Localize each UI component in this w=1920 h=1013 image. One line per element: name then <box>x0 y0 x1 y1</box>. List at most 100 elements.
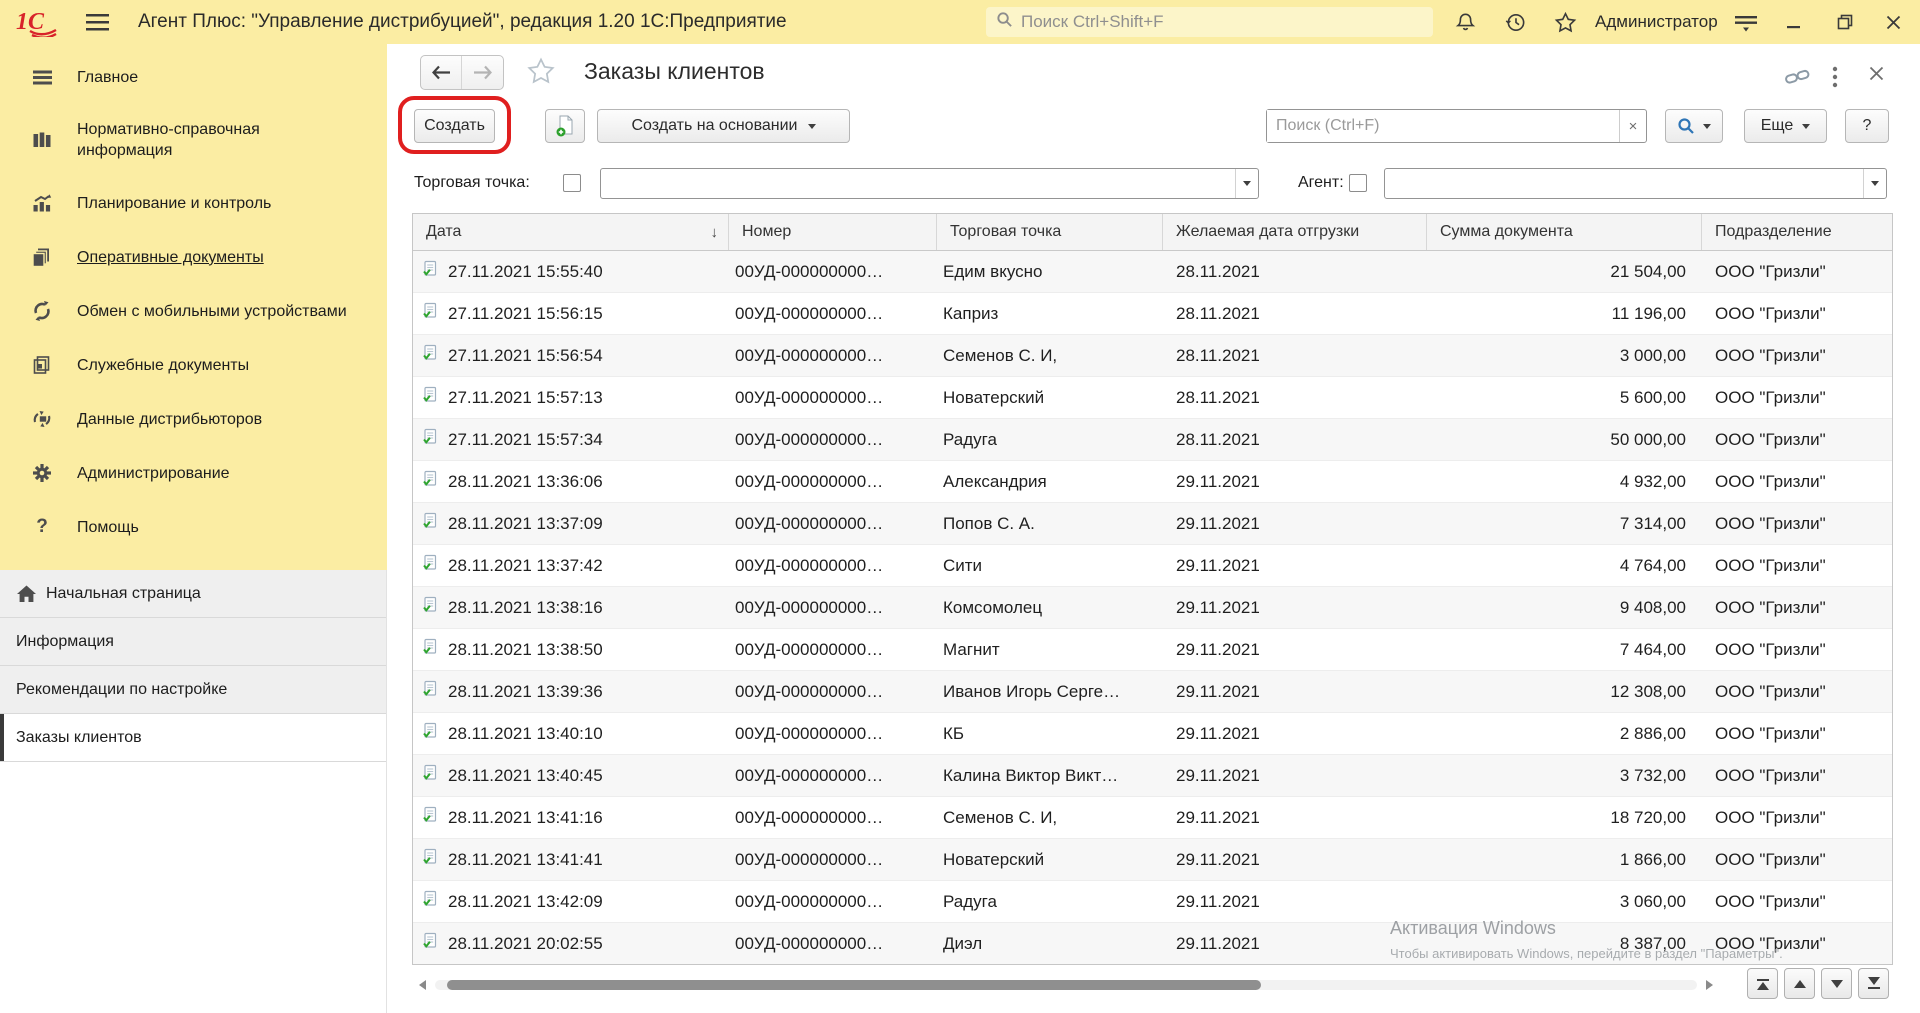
search-icon <box>1677 117 1695 135</box>
order-row[interactable]: 28.11.2021 13:38:50 00УД-000000000… Магн… <box>413 629 1892 671</box>
close-window-button[interactable] <box>1878 0 1908 44</box>
cell-trade-point: Радуга <box>937 881 1163 922</box>
get-link-icon[interactable] <box>1784 66 1811 86</box>
order-row[interactable]: 28.11.2021 13:37:09 00УД-000000000… Попо… <box>413 503 1892 545</box>
scroll-down-button[interactable] <box>1821 968 1852 999</box>
order-row[interactable]: 28.11.2021 13:40:45 00УД-000000000… Кали… <box>413 755 1892 797</box>
notifications-bell-icon[interactable] <box>1452 9 1478 35</box>
cell-trade-point: Семенов С. И, <box>937 335 1163 376</box>
order-row[interactable]: 27.11.2021 15:55:40 00УД-000000000… Едим… <box>413 251 1892 293</box>
cell-trade-point: Магнит <box>937 629 1163 670</box>
horizontal-scrollbar-thumb[interactable] <box>447 980 1261 990</box>
service-menu-icon[interactable] <box>1733 9 1759 35</box>
order-row[interactable]: 27.11.2021 15:56:15 00УД-000000000… Капр… <box>413 293 1892 335</box>
sections-panel: Главное Нормативно-справочная информация… <box>0 44 387 570</box>
column-header[interactable]: Желаемая дата отгрузки ↓ <box>1163 214 1427 250</box>
cell-trade-point: Семенов С. И, <box>937 797 1163 838</box>
scroll-to-bottom-button[interactable] <box>1858 968 1889 999</box>
order-row[interactable]: 28.11.2021 13:42:09 00УД-000000000… Раду… <box>413 881 1892 923</box>
trade-point-filter-combo[interactable] <box>600 168 1259 199</box>
help-button[interactable]: ? <box>1845 109 1889 143</box>
cell-amount: 3 060,00 <box>1427 881 1702 922</box>
application-window: 1С Агент Плюс: "Управление дистрибуцией"… <box>0 0 1920 1013</box>
minimize-button[interactable] <box>1778 0 1808 44</box>
trade-point-filter-checkbox[interactable] <box>563 174 581 192</box>
cell-number: 00УД-000000000… <box>729 587 937 628</box>
cell-trade-point: Новатерский <box>937 839 1163 880</box>
more-actions-kebab-icon[interactable] <box>1832 66 1838 88</box>
scroll-right-arrow[interactable] <box>1702 978 1716 992</box>
sidebar-section-item[interactable]: Данные дистрибьюторов <box>0 392 387 446</box>
cell-date: 28.11.2021 13:42:09 <box>413 881 729 922</box>
favorites-star-icon[interactable] <box>1552 9 1578 35</box>
cell-date: 27.11.2021 15:57:34 <box>413 419 729 460</box>
order-row[interactable]: 27.11.2021 15:57:13 00УД-000000000… Нова… <box>413 377 1892 419</box>
create-based-on-button[interactable]: Создать на основании <box>597 109 850 143</box>
cell-date: 28.11.2021 13:40:10 <box>413 713 729 754</box>
page-title: Заказы клиентов <box>584 58 765 85</box>
order-row[interactable]: 27.11.2021 15:57:34 00УД-000000000… Раду… <box>413 419 1892 461</box>
find-button[interactable] <box>1665 109 1723 143</box>
column-header[interactable]: Сумма документа ↓ <box>1427 214 1702 250</box>
column-header[interactable]: Номер ↓ <box>729 214 937 250</box>
order-row[interactable]: 28.11.2021 13:40:10 00УД-000000000… КБ 2… <box>413 713 1892 755</box>
cell-date: 28.11.2021 13:38:16 <box>413 587 729 628</box>
sidebar-section-item[interactable]: Главное <box>0 50 387 104</box>
new-document-icon-button[interactable] <box>545 109 585 143</box>
cell-ship-date: 28.11.2021 <box>1163 293 1427 334</box>
cell-number: 00УД-000000000… <box>729 671 937 712</box>
cell-ship-date: 29.11.2021 <box>1163 755 1427 796</box>
agent-filter-checkbox[interactable] <box>1349 174 1367 192</box>
document-posted-icon <box>421 932 439 955</box>
opened-page-item[interactable]: Начальная страница <box>0 570 386 618</box>
order-row[interactable]: 28.11.2021 13:36:06 00УД-000000000… Алек… <box>413 461 1892 503</box>
main-menu-icon[interactable] <box>84 9 110 35</box>
order-row[interactable]: 28.11.2021 13:41:16 00УД-000000000… Семе… <box>413 797 1892 839</box>
restore-button[interactable] <box>1830 0 1860 44</box>
cell-ship-date: 29.11.2021 <box>1163 839 1427 880</box>
column-header[interactable]: Дата ↓ <box>413 214 729 250</box>
clear-search-icon[interactable]: × <box>1619 110 1646 142</box>
document-posted-icon <box>421 848 439 871</box>
create-button[interactable]: Создать <box>414 109 495 143</box>
opened-page-item[interactable]: Заказы клиентов <box>0 714 386 762</box>
current-user[interactable]: Администратор <box>1595 0 1718 44</box>
history-icon[interactable] <box>1502 9 1528 35</box>
order-row[interactable]: 28.11.2021 13:38:16 00УД-000000000… Комс… <box>413 587 1892 629</box>
opened-page-item[interactable]: Рекомендации по настройке <box>0 666 386 714</box>
cell-department: ООО "Гризли" <box>1702 545 1892 586</box>
close-form-icon[interactable] <box>1869 66 1884 81</box>
order-row[interactable]: 28.11.2021 20:02:55 00УД-000000000… Диэл… <box>413 923 1892 965</box>
scroll-up-button[interactable] <box>1784 968 1815 999</box>
opened-page-item[interactable]: Информация <box>0 618 386 666</box>
list-search-input[interactable] <box>1267 110 1619 142</box>
cell-date: 27.11.2021 15:56:54 <box>413 335 729 376</box>
forward-button[interactable] <box>462 56 503 89</box>
scroll-left-arrow[interactable] <box>415 978 429 992</box>
back-button[interactable] <box>421 56 462 89</box>
document-posted-icon <box>421 554 439 577</box>
agent-filter-combo[interactable] <box>1384 168 1887 199</box>
sidebar-section-item[interactable]: Обмен с мобильными устройствами <box>0 284 387 338</box>
chevron-down-icon <box>1243 181 1251 186</box>
document-posted-icon <box>421 302 439 325</box>
more-button[interactable]: Еще <box>1744 109 1827 143</box>
global-search-input[interactable] <box>1021 12 1423 32</box>
order-row[interactable]: 28.11.2021 13:39:36 00УД-000000000… Иван… <box>413 671 1892 713</box>
order-row[interactable]: 28.11.2021 13:37:42 00УД-000000000… Сити… <box>413 545 1892 587</box>
order-row[interactable]: 27.11.2021 15:56:54 00УД-000000000… Семе… <box>413 335 1892 377</box>
order-row[interactable]: 28.11.2021 13:41:41 00УД-000000000… Нова… <box>413 839 1892 881</box>
sidebar-section-item[interactable]: Нормативно-справочная информация <box>0 104 387 176</box>
add-to-favorites-star-icon[interactable] <box>526 56 556 91</box>
sidebar-section-item[interactable]: Служебные документы <box>0 338 387 392</box>
sidebar-section-item[interactable]: Оперативные документы <box>0 230 387 284</box>
sidebar-section-item[interactable]: Администрирование <box>0 446 387 500</box>
column-header[interactable]: Подразделение ↓ <box>1702 214 1892 250</box>
sidebar-section-item[interactable]: ? Помощь <box>0 500 387 554</box>
horizontal-scrollbar-track[interactable] <box>435 980 1697 990</box>
cell-trade-point: Новатерский <box>937 377 1163 418</box>
sidebar-section-item[interactable]: Планирование и контроль <box>0 176 387 230</box>
scroll-to-top-button[interactable] <box>1747 968 1778 999</box>
column-header[interactable]: Торговая точка ↓ <box>937 214 1163 250</box>
global-search-field[interactable] <box>986 7 1433 37</box>
